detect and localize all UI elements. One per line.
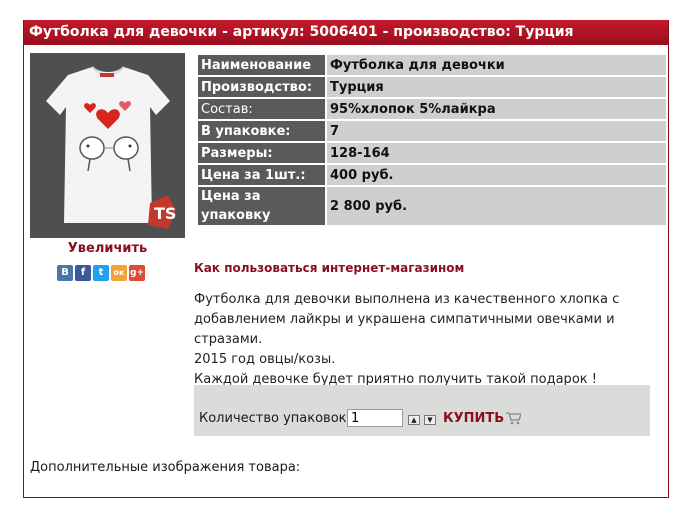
buy-button[interactable]: КУПИТЬ (443, 411, 522, 426)
how-to-shop-link[interactable]: Как пользоваться интернет-магазином (194, 261, 464, 275)
property-value: 128-164 (327, 143, 666, 163)
enlarge-link[interactable]: Увеличить (30, 241, 185, 256)
decrement-arrow-icon[interactable]: ▼ (424, 415, 436, 425)
increment-arrow-icon[interactable]: ▲ (408, 415, 420, 425)
property-key: В упаковке: (198, 121, 325, 141)
product-image[interactable]: TS (30, 53, 185, 238)
product-description: Футболка для девочки выполнена из качест… (194, 290, 664, 390)
property-key: Цена за упаковку (198, 187, 325, 225)
order-box: Количество упаковок: ▲ ▼ КУПИТЬ (194, 385, 650, 436)
googleplus-share-icon[interactable]: g+ (129, 265, 145, 281)
property-value: Футболка для девочки (327, 55, 666, 75)
svg-text:TS: TS (154, 204, 176, 223)
property-value: 7 (327, 121, 666, 141)
odnoklassniki-share-icon[interactable]: ок (111, 265, 127, 281)
vk-share-icon[interactable]: В (57, 265, 73, 281)
property-value: 95%хлопок 5%лайкра (327, 99, 666, 119)
quantity-label: Количество упаковок: (199, 411, 351, 426)
twitter-share-icon[interactable]: t (93, 265, 109, 281)
table-row: Размеры: 128-164 (198, 143, 666, 163)
property-key: Состав: (198, 99, 325, 119)
product-title: Футболка для девочки - артикул: 5006401 … (24, 20, 668, 45)
table-row: Наименование Футболка для девочки (198, 55, 666, 75)
property-value: Турция (327, 77, 666, 97)
property-key: Наименование (198, 55, 325, 75)
property-value: 400 руб. (327, 165, 666, 185)
properties-table: Наименование Футболка для девочки Произв… (196, 53, 668, 227)
property-key: Цена за 1шт.: (198, 165, 325, 185)
cart-icon (506, 412, 522, 425)
table-row: Состав: 95%хлопок 5%лайкра (198, 99, 666, 119)
facebook-share-icon[interactable]: f (75, 265, 91, 281)
property-key: Производство: (198, 77, 325, 97)
table-row: Цена за 1шт.: 400 руб. (198, 165, 666, 185)
buy-label: КУПИТЬ (443, 411, 505, 426)
quantity-input[interactable] (347, 409, 403, 427)
additional-images-label: Дополнительные изображения товара: (30, 460, 301, 475)
table-row: Производство: Турция (198, 77, 666, 97)
social-share-bar: В f t ок g+ (57, 265, 145, 281)
product-panel: Футболка для девочки - артикул: 5006401 … (23, 20, 669, 498)
property-key: Размеры: (198, 143, 325, 163)
description-line: 2015 год овцы/козы. (194, 352, 336, 367)
description-line: добавлением лайкры и украшена симпатичны… (194, 312, 615, 347)
description-line: Футболка для девочки выполнена из качест… (194, 292, 620, 307)
table-row: В упаковке: 7 (198, 121, 666, 141)
property-value: 2 800 руб. (327, 187, 666, 225)
table-row: Цена за упаковку 2 800 руб. (198, 187, 666, 225)
